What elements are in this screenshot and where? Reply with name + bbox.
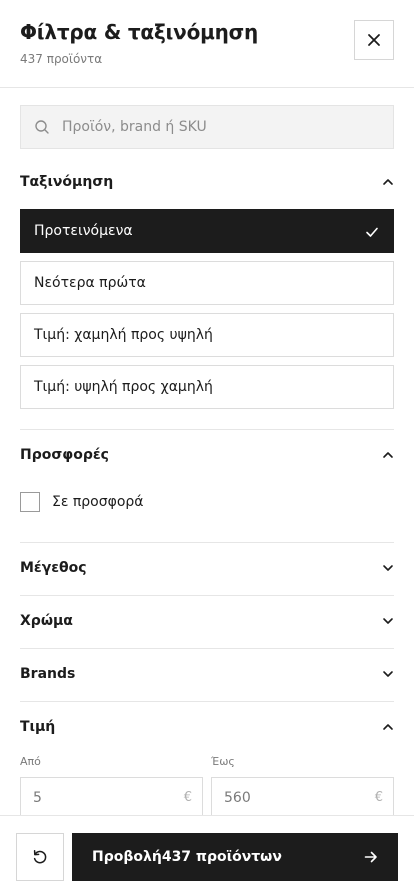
- offers-section-title: Προσφορές: [20, 447, 109, 463]
- sort-option-newest[interactable]: Νεότερα πρώτα: [20, 261, 394, 305]
- on-sale-checkbox[interactable]: [20, 492, 40, 512]
- divider: [20, 429, 394, 430]
- chevron-down-icon: [383, 671, 393, 677]
- sort-option-label: Τιμή: χαμηλή προς υψηλή: [34, 327, 213, 343]
- chevron-down-icon: [383, 565, 393, 571]
- chevron-up-icon: [383, 179, 393, 185]
- divider: [20, 648, 394, 649]
- chevron-up-icon: [383, 452, 393, 458]
- brands-section-title: Brands: [20, 666, 76, 682]
- chevron-up-icon: [383, 724, 393, 730]
- price-section-header[interactable]: Τιμή: [20, 715, 394, 739]
- arrow-right-icon: [364, 851, 377, 863]
- price-from-input[interactable]: [33, 790, 163, 806]
- search-box[interactable]: [20, 105, 394, 149]
- search-input[interactable]: [62, 119, 382, 135]
- sort-section-title: Ταξινόμηση: [20, 174, 114, 190]
- close-button[interactable]: [354, 20, 394, 60]
- filter-content[interactable]: Ταξινόμηση Προτεινόμενα Νεότερα πρώτα Τι…: [0, 88, 414, 815]
- sort-option-label: Νεότερα πρώτα: [34, 275, 146, 291]
- product-count: 437 προϊόντα: [20, 52, 103, 66]
- price-from-field[interactable]: €: [20, 777, 203, 815]
- check-icon: [366, 227, 378, 237]
- filter-footer: Προβολή 437 προϊόντων: [0, 815, 414, 896]
- price-section-title: Τιμή: [20, 719, 56, 735]
- color-section-header[interactable]: Χρώμα: [20, 609, 394, 633]
- chevron-down-icon: [383, 618, 393, 624]
- sort-option-label: Τιμή: υψηλή προς χαμηλή: [34, 379, 213, 395]
- price-to-label: Έως: [211, 755, 235, 768]
- sort-option-label: Προτεινόμενα: [34, 223, 133, 239]
- on-sale-label: Σε προσφορά: [52, 494, 144, 510]
- price-from-label: Από: [20, 755, 41, 768]
- sort-option-recommended[interactable]: Προτεινόμενα: [20, 209, 394, 253]
- currency-symbol: €: [374, 790, 383, 805]
- sort-option-price-asc[interactable]: Τιμή: χαμηλή προς υψηλή: [20, 313, 394, 357]
- close-icon: [368, 34, 380, 46]
- sort-option-price-desc[interactable]: Τιμή: υψηλή προς χαμηλή: [20, 365, 394, 409]
- price-to-field[interactable]: €: [211, 777, 394, 815]
- size-section-header[interactable]: Μέγεθος: [20, 556, 394, 580]
- offers-section-header[interactable]: Προσφορές: [20, 443, 394, 467]
- on-sale-filter[interactable]: Σε προσφορά: [20, 491, 144, 513]
- divider: [20, 595, 394, 596]
- reset-button[interactable]: [16, 833, 64, 881]
- size-section-title: Μέγεθος: [20, 560, 87, 576]
- search-icon: [35, 120, 49, 134]
- filter-header: Φίλτρα & ταξινόμηση 437 προϊόντα: [0, 0, 414, 88]
- divider: [20, 701, 394, 702]
- apply-filters-button[interactable]: Προβολή 437 προϊόντων: [72, 833, 398, 881]
- divider: [20, 542, 394, 543]
- currency-symbol: €: [183, 790, 192, 805]
- reset-icon: [33, 850, 47, 864]
- color-section-title: Χρώμα: [20, 613, 73, 629]
- apply-button-count: 437 προϊόντων: [161, 849, 282, 865]
- brands-section-header[interactable]: Brands: [20, 662, 394, 686]
- page-title: Φίλτρα & ταξινόμηση: [20, 20, 259, 44]
- apply-button-prefix: Προβολή: [92, 849, 162, 865]
- sort-section-header[interactable]: Ταξινόμηση: [20, 170, 394, 194]
- price-to-input[interactable]: [224, 790, 354, 806]
